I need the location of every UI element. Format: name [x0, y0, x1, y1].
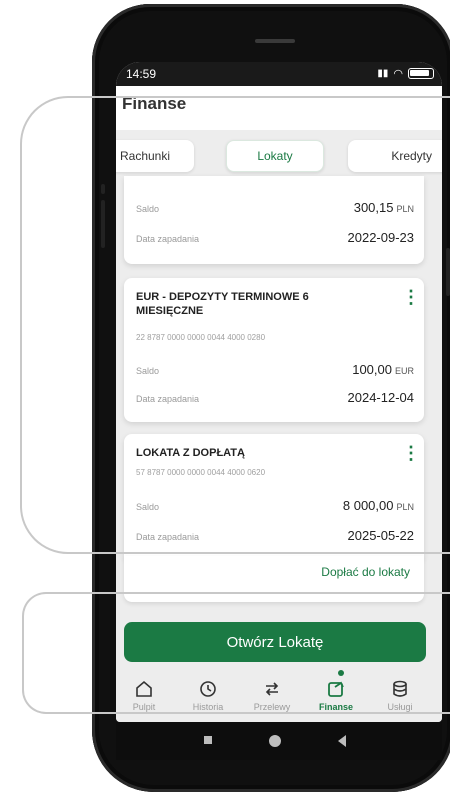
phone-speaker — [255, 39, 295, 43]
wifi-icon: ◠ — [393, 68, 403, 80]
system-nav-bar — [116, 722, 442, 760]
home-button-icon[interactable] — [269, 735, 281, 747]
highlight-outline — [20, 96, 450, 554]
highlight-outline — [22, 592, 450, 714]
topup-link[interactable]: Dopłać do lokaty — [321, 565, 410, 579]
battery-icon — [408, 68, 434, 79]
recent-apps-icon[interactable] — [204, 736, 212, 744]
status-time: 14:59 — [126, 67, 157, 81]
status-bar: 14:59 ▮▮ ◠ — [116, 62, 442, 86]
signal-icon: ▮▮ — [377, 68, 389, 79]
back-icon[interactable] — [338, 735, 346, 747]
